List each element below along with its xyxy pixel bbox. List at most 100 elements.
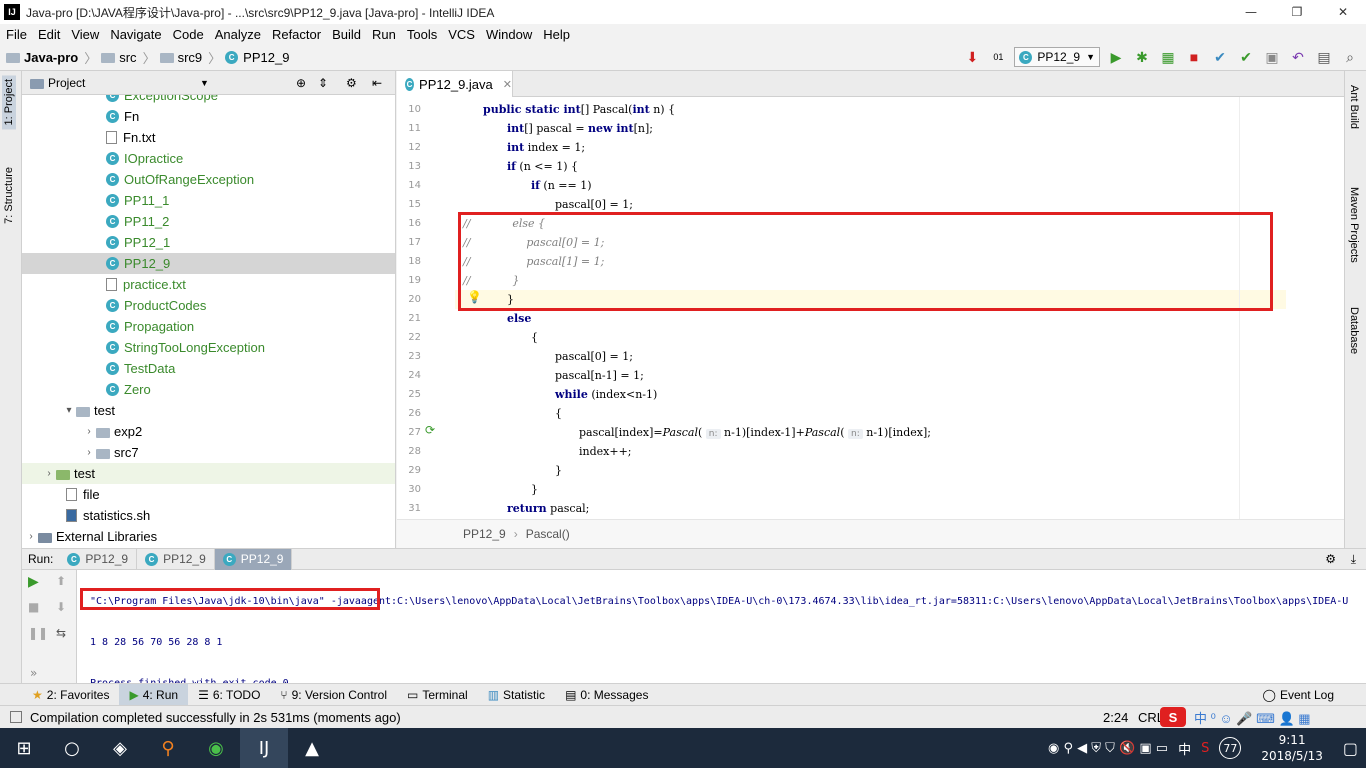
run-tab-3[interactable]: C PP12_9 <box>214 548 293 570</box>
search-icon[interactable]: ⌕ <box>1340 47 1360 67</box>
project-structure-icon[interactable]: ▤ <box>1314 47 1334 67</box>
menu-help[interactable]: Help <box>537 27 575 42</box>
tree-folder-test2[interactable]: › test <box>22 463 395 484</box>
tray-icons[interactable]: ◉ ⚲ ◀ ⛨ ⛉ 🔇 ▣ ▭ <box>1048 741 1168 756</box>
tool-favorites[interactable]: ★ 2: Favorites <box>0 684 119 706</box>
sogou-tray-icon[interactable]: S <box>1201 741 1209 756</box>
code-line[interactable]: index++; <box>579 442 632 461</box>
vcs-commit-icon[interactable]: ✔ <box>1236 47 1256 67</box>
menu-navigate[interactable]: Navigate <box>104 27 166 42</box>
debug-icon[interactable]: ✱ <box>1132 47 1152 67</box>
vcs-update-icon[interactable]: ✔ <box>1210 47 1230 67</box>
menu-analyze[interactable]: Analyze <box>209 27 266 42</box>
chevron-right-icon[interactable]: › <box>82 447 96 458</box>
revert-icon[interactable]: ↶ <box>1288 47 1308 67</box>
rerun-icon[interactable]: ▶ <box>28 574 39 590</box>
code-line[interactable]: int index = 1; <box>507 138 585 157</box>
run-config-select[interactable]: C PP12_9 ▼ <box>1014 47 1100 67</box>
browser-icon[interactable]: ◉ <box>192 728 240 768</box>
notifications-icon[interactable]: ▢ <box>1343 739 1358 758</box>
code-line[interactable]: int[] pascal = new int[n]; <box>507 119 653 138</box>
breadcrumb-project[interactable]: Java-pro <box>24 50 78 65</box>
code-line[interactable]: pascal[n-1] = 1; <box>555 366 644 385</box>
down-arrow-icon[interactable]: ⬇ <box>56 600 66 614</box>
menu-vcs[interactable]: VCS <box>442 27 480 42</box>
tree-item[interactable]: C TestData <box>22 358 395 379</box>
tree-item[interactable]: C PP11_1 <box>22 190 395 211</box>
tree-external-libraries[interactable]: › External Libraries <box>22 526 395 547</box>
code-line[interactable]: while (index<n-1) <box>555 385 657 404</box>
gear-icon[interactable]: ⚙ <box>1325 552 1336 566</box>
tool-run[interactable]: ▶ 4: Run <box>119 683 189 706</box>
chevron-right-icon[interactable]: › <box>24 531 38 542</box>
tree-item[interactable]: C StringTooLongException <box>22 337 395 358</box>
status-toggle-icon[interactable] <box>10 711 22 723</box>
tab-project[interactable]: 1: Project <box>2 75 16 130</box>
menu-refactor[interactable]: Refactor <box>266 27 326 42</box>
close-button[interactable]: ✕ <box>1320 0 1366 24</box>
code-line[interactable]: { <box>555 404 562 423</box>
breadcrumb-src9[interactable]: src9 <box>178 50 203 65</box>
chevron-down-icon[interactable]: ▾ <box>62 405 76 416</box>
tree-folder[interactable]: › src7 <box>22 442 395 463</box>
code-line[interactable]: else <box>507 309 531 328</box>
windows-start-icon[interactable]: ⊞ <box>0 728 48 768</box>
tree-item[interactable]: C IOpractice <box>22 148 395 169</box>
up-arrow-icon[interactable]: ⬆ <box>56 574 66 588</box>
tool-version-control[interactable]: ⑂ 9: Version Control <box>270 684 397 706</box>
tool-statistic[interactable]: ▥ Statistic <box>478 684 555 706</box>
code-line[interactable]: if (n <= 1) { <box>507 157 578 176</box>
minimize-button[interactable]: — <box>1228 0 1274 24</box>
tab-maven[interactable]: Maven Projects <box>1347 183 1361 267</box>
search-app-icon[interactable]: ⚲ <box>144 728 192 768</box>
tree-item[interactable]: C OutOfRangeException <box>22 169 395 190</box>
code-line[interactable]: if (n == 1) <box>531 176 592 195</box>
tray-ime[interactable]: 中 <box>1178 739 1191 758</box>
tool-messages[interactable]: ▤ 0: Messages <box>555 684 658 706</box>
code-line[interactable]: pascal[index]=Pascal( n: n-1)[index-1]+P… <box>579 423 931 442</box>
tree-statistics[interactable]: statistics.sh <box>22 505 395 526</box>
ime-mode-icon[interactable]: 中 ⁰ ☺ 🎤 ⌨ 👤 ▦ <box>1194 708 1311 727</box>
tab-structure[interactable]: 7: Structure <box>2 163 16 228</box>
recursion-icon[interactable]: ⟳ <box>425 423 435 437</box>
download-arrow-icon[interactable]: ⬇ <box>962 47 982 67</box>
tray-badge[interactable]: 77 <box>1219 737 1242 759</box>
compare-icon[interactable]: ▣ <box>1262 47 1282 67</box>
hide-icon[interactable]: ⇤ <box>372 76 382 90</box>
clock-time[interactable]: 9:11 <box>1279 732 1306 748</box>
code-line[interactable]: } <box>531 480 538 499</box>
wrap-icon[interactable]: ⇆ <box>56 626 66 640</box>
chevron-down-icon[interactable]: ▼ <box>200 78 209 88</box>
tool-todo[interactable]: ☰ 6: TODO <box>188 684 270 706</box>
tree-item[interactable]: C ProductCodes <box>22 295 395 316</box>
menu-code[interactable]: Code <box>167 27 209 42</box>
chevron-right-icon[interactable]: › <box>42 468 56 479</box>
stop-icon[interactable]: ■ <box>1184 47 1204 67</box>
pause-icon[interactable]: ❚❚ <box>28 626 48 640</box>
caret-position[interactable]: 2:24 <box>1103 710 1128 725</box>
app-icon[interactable]: ◈ <box>96 728 144 768</box>
clock-date[interactable]: 2018/5/13 <box>1261 748 1323 764</box>
close-tab-icon[interactable]: ✕ <box>503 78 512 91</box>
tree-item[interactable]: C Zero <box>22 379 395 400</box>
more-icon[interactable]: » <box>30 666 37 680</box>
sogou-ime-icon[interactable]: S <box>1160 707 1186 727</box>
search-icon[interactable]: ○ <box>48 728 96 768</box>
gear-icon[interactable]: ⚙ <box>346 76 357 90</box>
menu-tools[interactable]: Tools <box>401 27 442 42</box>
tool-event-log[interactable]: ◯ Event Log <box>1253 684 1366 706</box>
target-icon[interactable]: ⊕ <box>296 76 306 90</box>
stop-icon[interactable]: ■ <box>28 600 39 614</box>
code-line[interactable]: pascal[0] = 1; <box>555 347 633 366</box>
minimize-panel-icon[interactable]: ⤓ <box>1351 552 1356 567</box>
tree-item[interactable]: Fn.txt <box>22 127 395 148</box>
menu-build[interactable]: Build <box>326 27 366 42</box>
binary-icon[interactable]: 01 <box>988 47 1008 67</box>
tree-file[interactable]: file <box>22 484 395 505</box>
coverage-icon[interactable]: ▦ <box>1158 47 1178 67</box>
tree-item[interactable]: C PP12_1 <box>22 232 395 253</box>
editor-crumb-class[interactable]: PP12_9 <box>463 527 506 541</box>
status-message[interactable]: Compilation completed successfully in 2s… <box>30 710 401 725</box>
code-line[interactable]: { <box>531 328 538 347</box>
maximize-button[interactable]: ❐ <box>1274 0 1320 24</box>
